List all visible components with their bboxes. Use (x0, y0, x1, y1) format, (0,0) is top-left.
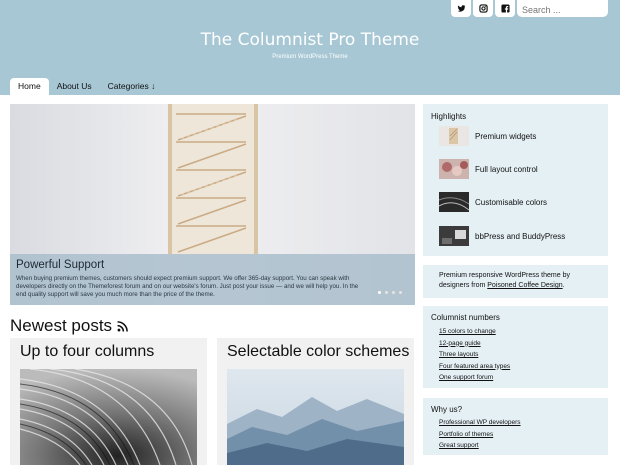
slide-caption: Powerful Support When buying premium the… (10, 254, 415, 305)
why-us-list: Professional WP developers Portfolio of … (439, 417, 521, 452)
nav-about-us[interactable]: About Us (49, 78, 100, 95)
numbers-list: 15 colors to change 12-page guide Three … (439, 326, 510, 384)
slider-dot[interactable] (377, 290, 382, 295)
slider-dot[interactable] (384, 290, 389, 295)
site-tagline: Premium WordPress Theme (272, 54, 348, 60)
newest-posts-heading: Newest posts (10, 316, 128, 336)
facebook-icon[interactable] (495, 0, 515, 17)
list-link[interactable]: Portfolio of themes (439, 429, 521, 441)
post-card[interactable]: Up to four columns (10, 338, 207, 465)
list-link[interactable]: One support forum (439, 372, 510, 384)
featured-slider[interactable]: Powerful Support When buying premium the… (10, 104, 415, 305)
highlight-label[interactable]: bbPress and BuddyPress (475, 232, 565, 241)
highlight-thumbnail[interactable] (439, 159, 469, 179)
site-header: The Columnist Pro Theme Premium WordPres… (0, 0, 620, 95)
slide-title[interactable]: Powerful Support (16, 259, 409, 271)
highlight-item[interactable]: Customisable colors (439, 192, 547, 212)
nav-categories[interactable]: Categories ↓ (100, 78, 164, 95)
post-title[interactable]: Selectable color schemes (227, 343, 409, 361)
nav-home[interactable]: Home (10, 78, 49, 95)
post-title[interactable]: Up to four columns (20, 343, 154, 361)
list-link[interactable]: 12-page guide (439, 338, 510, 350)
slider-dot[interactable] (398, 290, 403, 295)
section-title: Newest posts (10, 316, 113, 335)
post-card[interactable]: Selectable color schemes (217, 338, 414, 465)
main-nav: Home About Us Categories ↓ (10, 78, 163, 95)
highlight-item[interactable]: Premium widgets (439, 126, 536, 146)
post-thumbnail[interactable] (20, 369, 197, 465)
highlight-label[interactable]: Customisable colors (475, 198, 547, 207)
highlight-item[interactable]: Full layout control (439, 159, 538, 179)
highlight-thumbnail[interactable] (439, 226, 469, 246)
instagram-icon[interactable] (473, 0, 493, 17)
list-link[interactable]: Professional WP developers (439, 417, 521, 429)
highlight-thumbnail[interactable] (439, 126, 469, 146)
highlight-label[interactable]: Premium widgets (475, 132, 536, 141)
designer-link[interactable]: Poisoned Coffee Design (487, 282, 562, 289)
highlight-item[interactable]: bbPress and BuddyPress (439, 226, 565, 246)
highlight-thumbnail[interactable] (439, 192, 469, 212)
slider-pagination (377, 290, 403, 295)
list-link[interactable]: 15 colors to change (439, 326, 510, 338)
list-link[interactable]: Four featured area types (439, 361, 510, 373)
slide-text: When buying premium themes, customers sh… (16, 275, 359, 298)
widget-title: Why us? (431, 405, 463, 414)
highlight-label[interactable]: Full layout control (475, 165, 538, 174)
twitter-icon[interactable] (451, 0, 471, 17)
slider-dot[interactable] (391, 290, 396, 295)
about-text-end: . (562, 282, 565, 289)
site-title[interactable]: The Columnist Pro Theme (0, 30, 620, 50)
list-link[interactable]: Great support (439, 440, 521, 452)
highlights-widget: Highlights Premium widgets Full layout c… (423, 104, 608, 256)
columnist-numbers-widget: Columnist numbers 15 colors to change 12… (423, 306, 608, 388)
widget-title: Columnist numbers (431, 313, 500, 322)
search-input[interactable] (517, 0, 608, 17)
widget-title: Highlights (431, 112, 467, 121)
about-widget: Premium responsive WordPress theme by de… (423, 265, 608, 298)
rss-icon[interactable] (117, 320, 128, 332)
about-text: Premium responsive WordPress theme by de… (439, 271, 599, 291)
why-us-widget: Why us? Professional WP developers Portf… (423, 398, 608, 455)
post-thumbnail[interactable] (227, 369, 404, 465)
list-link[interactable]: Three layouts (439, 349, 510, 361)
